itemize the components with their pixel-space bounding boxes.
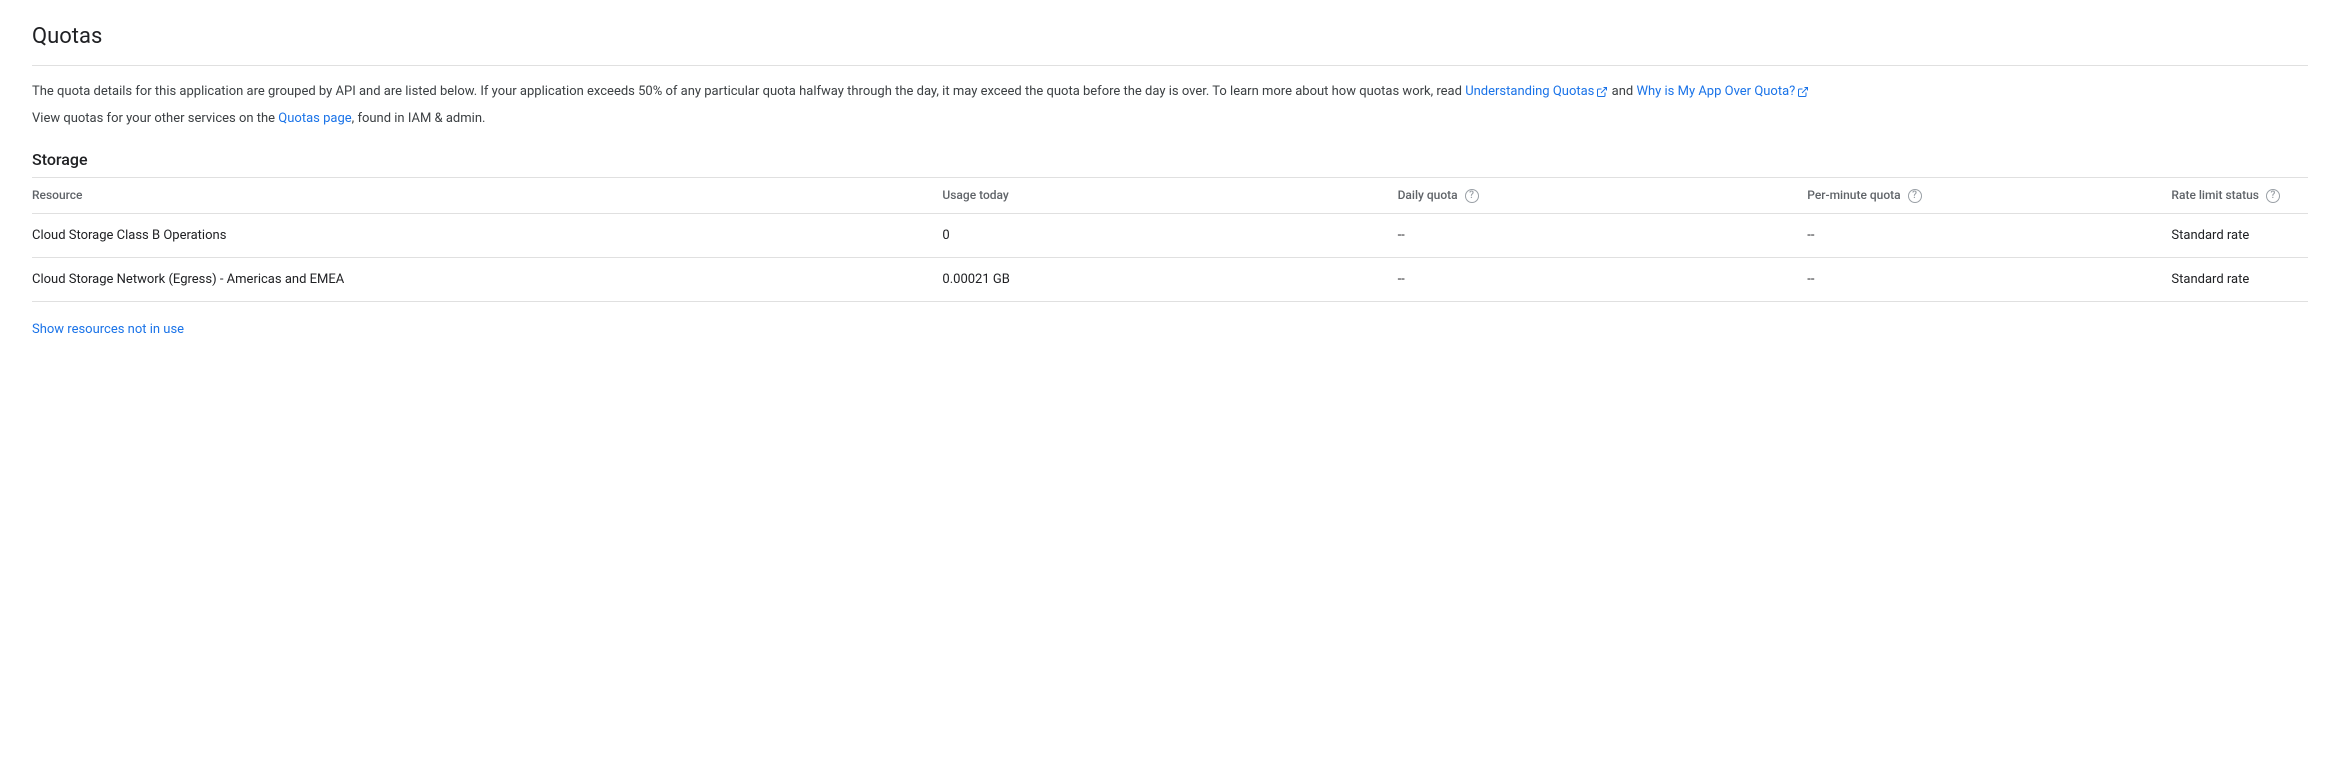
table-row: Cloud Storage Class B Operations 0 -- --…: [32, 213, 2308, 257]
cell-resource-1: Cloud Storage Network (Egress) - America…: [32, 257, 942, 301]
table-row: Cloud Storage Network (Egress) - America…: [32, 257, 2308, 301]
page-container: Quotas The quota details for this applic…: [0, 0, 2340, 361]
daily-quota-help-icon[interactable]: ?: [1465, 189, 1479, 203]
quotas-page-link[interactable]: Quotas page: [278, 111, 351, 126]
view-quotas-prefix: View quotas for your other services on t…: [32, 111, 278, 126]
view-quotas-line: View quotas for your other services on t…: [32, 111, 2308, 126]
cell-ratelimit-1: Standard rate: [2171, 257, 2308, 301]
col-header-daily-quota: Daily quota ?: [1398, 177, 1808, 213]
cell-perminute-0: --: [1807, 213, 2171, 257]
quota-table: Resource Usage today Daily quota ? Per-m…: [32, 177, 2308, 302]
cell-daily-1: --: [1398, 257, 1808, 301]
external-link-icon-2: [1797, 86, 1809, 98]
storage-section-title: Storage: [32, 150, 2308, 169]
understanding-quotas-link[interactable]: Understanding Quotas: [1465, 84, 1608, 99]
page-title: Quotas: [32, 24, 2308, 66]
cell-daily-0: --: [1398, 213, 1808, 257]
external-link-icon-1: [1596, 86, 1608, 98]
view-quotas-suffix: , found in IAM & admin.: [352, 111, 486, 126]
col-header-rate-limit-status: Rate limit status ?: [2171, 177, 2308, 213]
col-header-usage-today: Usage today: [942, 177, 1397, 213]
description-text-prefix: The quota details for this application a…: [32, 84, 1465, 99]
show-resources-link[interactable]: Show resources not in use: [32, 322, 184, 337]
why-over-quota-link[interactable]: Why is My App Over Quota?: [1636, 84, 1809, 99]
cell-resource-0: Cloud Storage Class B Operations: [32, 213, 942, 257]
perminute-quota-help-icon[interactable]: ?: [1908, 189, 1922, 203]
cell-usage-1: 0.00021 GB: [942, 257, 1397, 301]
rate-limit-help-icon[interactable]: ?: [2266, 189, 2280, 203]
description-text-middle: and: [1608, 84, 1636, 99]
table-header-row: Resource Usage today Daily quota ? Per-m…: [32, 177, 2308, 213]
cell-ratelimit-0: Standard rate: [2171, 213, 2308, 257]
cell-perminute-1: --: [1807, 257, 2171, 301]
cell-usage-0: 0: [942, 213, 1397, 257]
col-header-resource: Resource: [32, 177, 942, 213]
col-header-perminute-quota: Per-minute quota ?: [1807, 177, 2171, 213]
description-line1: The quota details for this application a…: [32, 82, 2308, 103]
